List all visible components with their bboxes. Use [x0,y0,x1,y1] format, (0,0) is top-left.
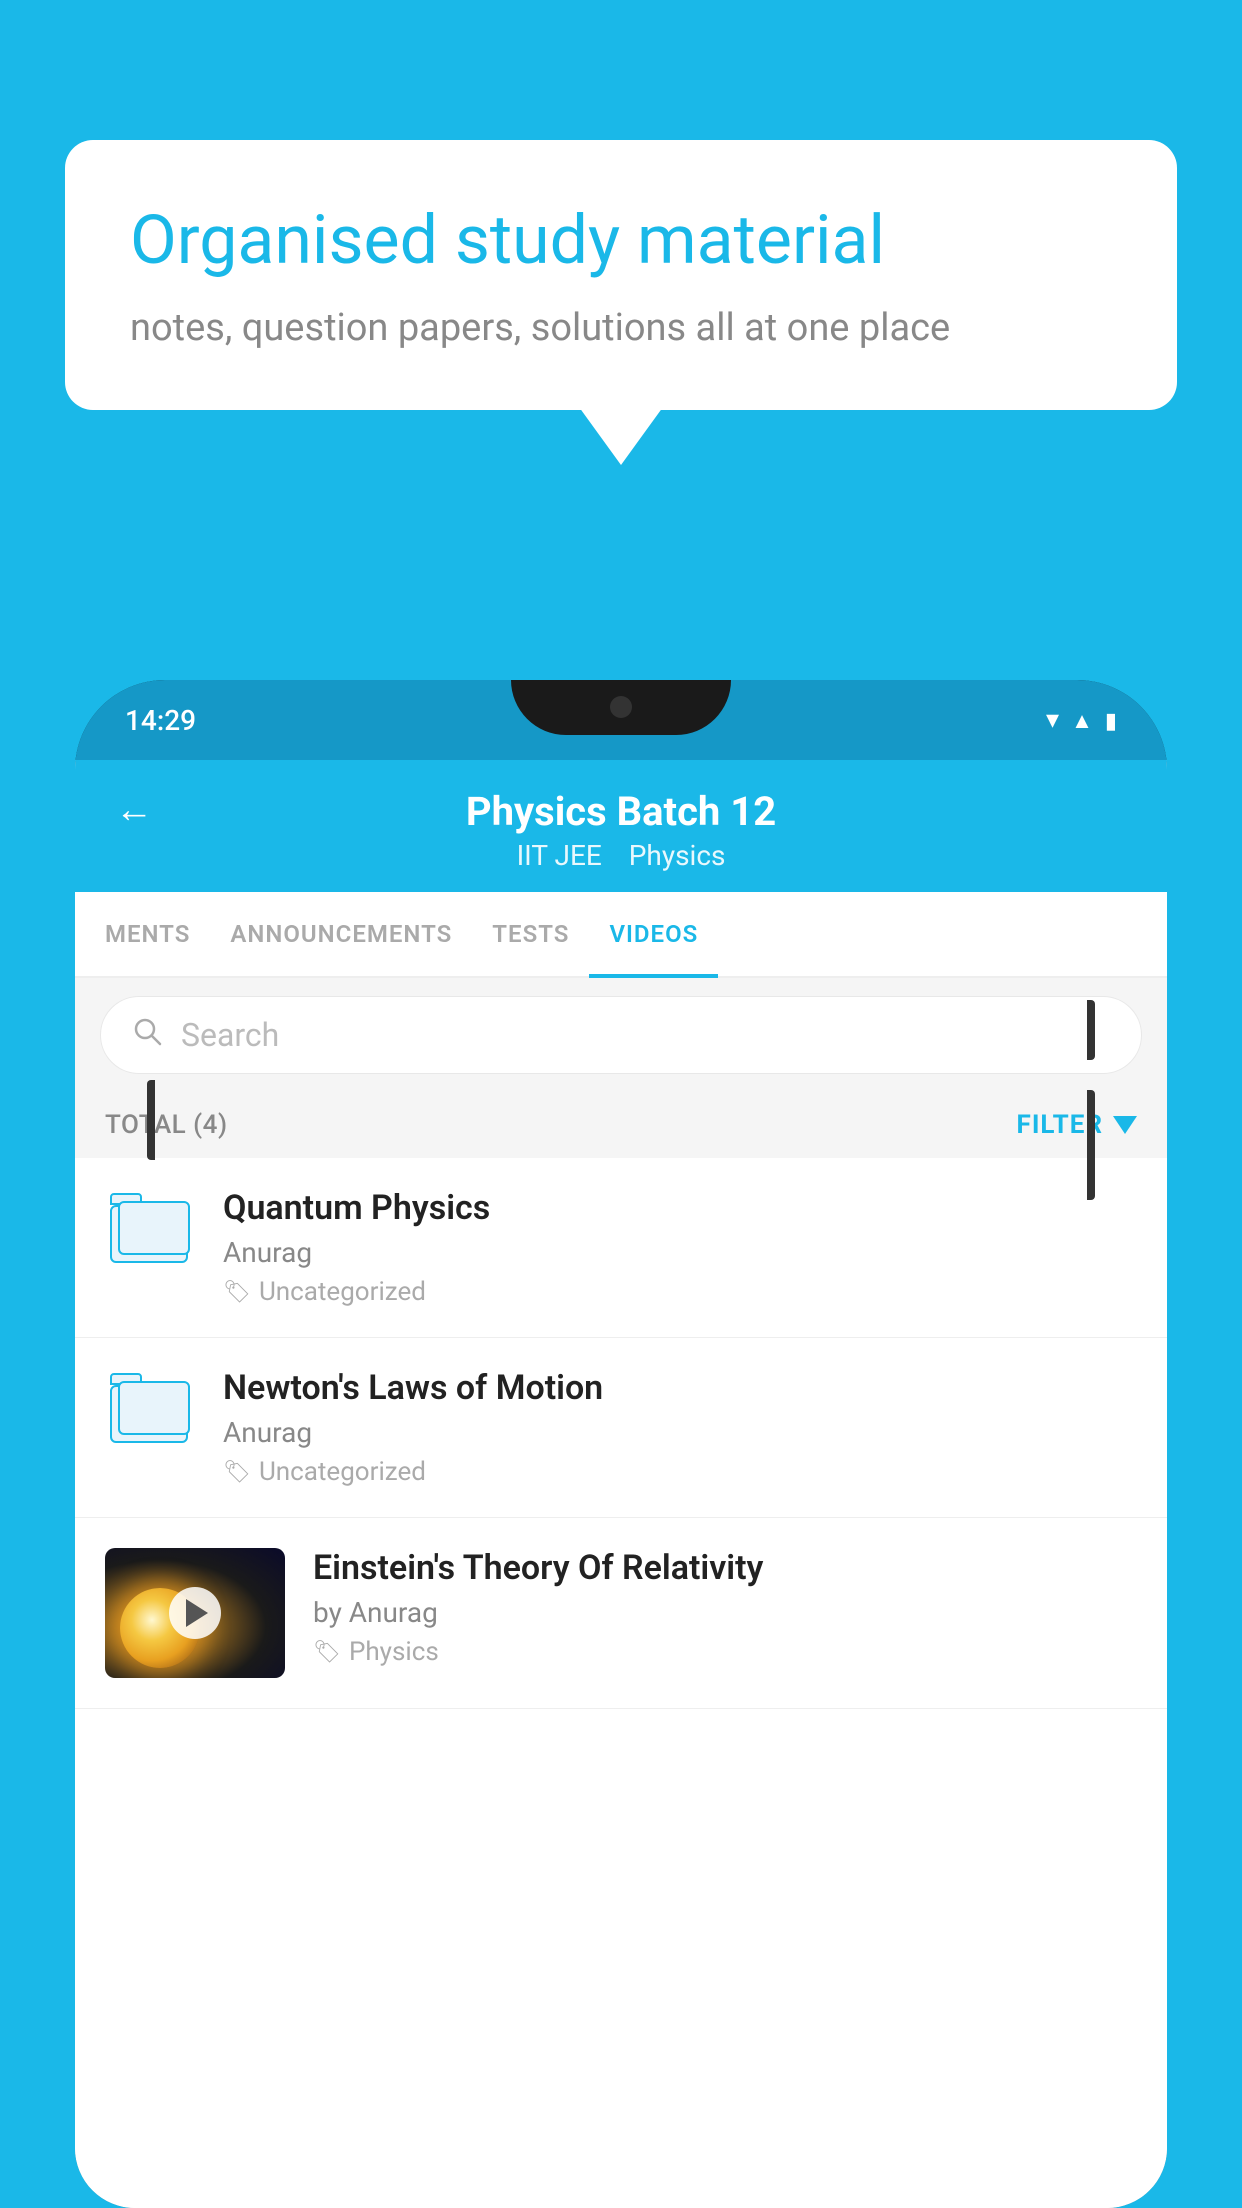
tag-icon: 🏷 [313,1640,341,1665]
subtitle-tag2: Physics [629,839,726,872]
tab-tests[interactable]: TESTS [472,892,589,976]
app-screen: ← Physics Batch 12 IIT JEE Physics MENTS… [75,760,1167,2208]
folder-icon-container [105,1373,195,1443]
speech-bubble-container: Organised study material notes, question… [65,140,1177,410]
bubble-title: Organised study material [130,200,1112,282]
wifi-icon [1046,705,1059,735]
subtitle-tag1: IIT JEE [517,839,602,872]
tag-icon: 🏷 [223,1280,251,1305]
item-author: by Anurag [313,1596,1137,1629]
search-placeholder: Search [181,1016,279,1054]
list-item[interactable]: Quantum Physics Anurag 🏷 Uncategorized [75,1158,1167,1338]
folder-icon [110,1193,190,1263]
volume-down-button [1087,1090,1095,1200]
video-thumbnail [105,1548,285,1678]
item-author: Anurag [223,1236,1137,1269]
folder-icon [110,1373,190,1443]
tab-ments[interactable]: MENTS [85,892,210,976]
status-bar: 14:29 [75,680,1167,760]
tag-label: Uncategorized [259,1277,426,1307]
back-button[interactable]: ← [115,788,153,832]
tab-videos[interactable]: VIDEOS [589,892,718,976]
status-time: 14:29 [125,704,196,737]
folder-front [118,1381,190,1435]
signal-icon [1071,706,1093,734]
volume-button [147,1080,155,1160]
total-label: TOTAL (4) [105,1110,228,1140]
filter-icon [1113,1116,1137,1134]
item-title: Newton's Laws of Motion [223,1368,1137,1408]
item-tag: 🏷 Uncategorized [223,1277,1137,1307]
tabs-bar: MENTS ANNOUNCEMENTS TESTS VIDEOS [75,892,1167,978]
camera [610,696,632,718]
play-button[interactable] [169,1587,221,1639]
bubble-subtitle: notes, question papers, solutions all at… [130,306,1112,350]
item-title: Quantum Physics [223,1188,1137,1228]
search-icon [131,1015,163,1055]
phone-frame: 14:29 ← Physics Batch 12 IIT JEE Physics… [75,680,1167,2208]
list-item-content: Quantum Physics Anurag 🏷 Uncategorized [223,1188,1137,1307]
list-item-video[interactable]: Einstein's Theory Of Relativity by Anura… [75,1518,1167,1709]
tag-icon: 🏷 [223,1460,251,1485]
item-tag: 🏷 Uncategorized [223,1457,1137,1487]
tab-announcements[interactable]: ANNOUNCEMENTS [210,892,472,976]
item-author: Anurag [223,1416,1137,1449]
play-icon [186,1599,208,1627]
video-content: Einstein's Theory Of Relativity by Anura… [313,1548,1137,1667]
list-item[interactable]: Newton's Laws of Motion Anurag 🏷 Uncateg… [75,1338,1167,1518]
content-list: Quantum Physics Anurag 🏷 Uncategorized [75,1158,1167,2208]
item-title: Einstein's Theory Of Relativity [313,1548,1137,1588]
search-bar[interactable]: Search [100,996,1142,1074]
search-bar-container: Search [75,978,1167,1092]
app-header: ← Physics Batch 12 IIT JEE Physics [75,760,1167,892]
folder-front [118,1201,190,1255]
folder-icon-container [105,1193,195,1263]
speech-bubble: Organised study material notes, question… [65,140,1177,410]
app-title: Physics Batch 12 [466,788,776,835]
item-tag: 🏷 Physics [313,1637,1137,1667]
list-item-content: Newton's Laws of Motion Anurag 🏷 Uncateg… [223,1368,1137,1487]
filter-bar: TOTAL (4) FILTER [75,1092,1167,1158]
filter-button[interactable]: FILTER [1017,1110,1137,1140]
battery-icon [1105,706,1117,734]
app-subtitle: IIT JEE Physics [517,839,726,872]
power-button [1087,1000,1095,1060]
status-icons [1046,705,1117,735]
tag-label: Physics [349,1637,439,1667]
tag-label: Uncategorized [259,1457,426,1487]
